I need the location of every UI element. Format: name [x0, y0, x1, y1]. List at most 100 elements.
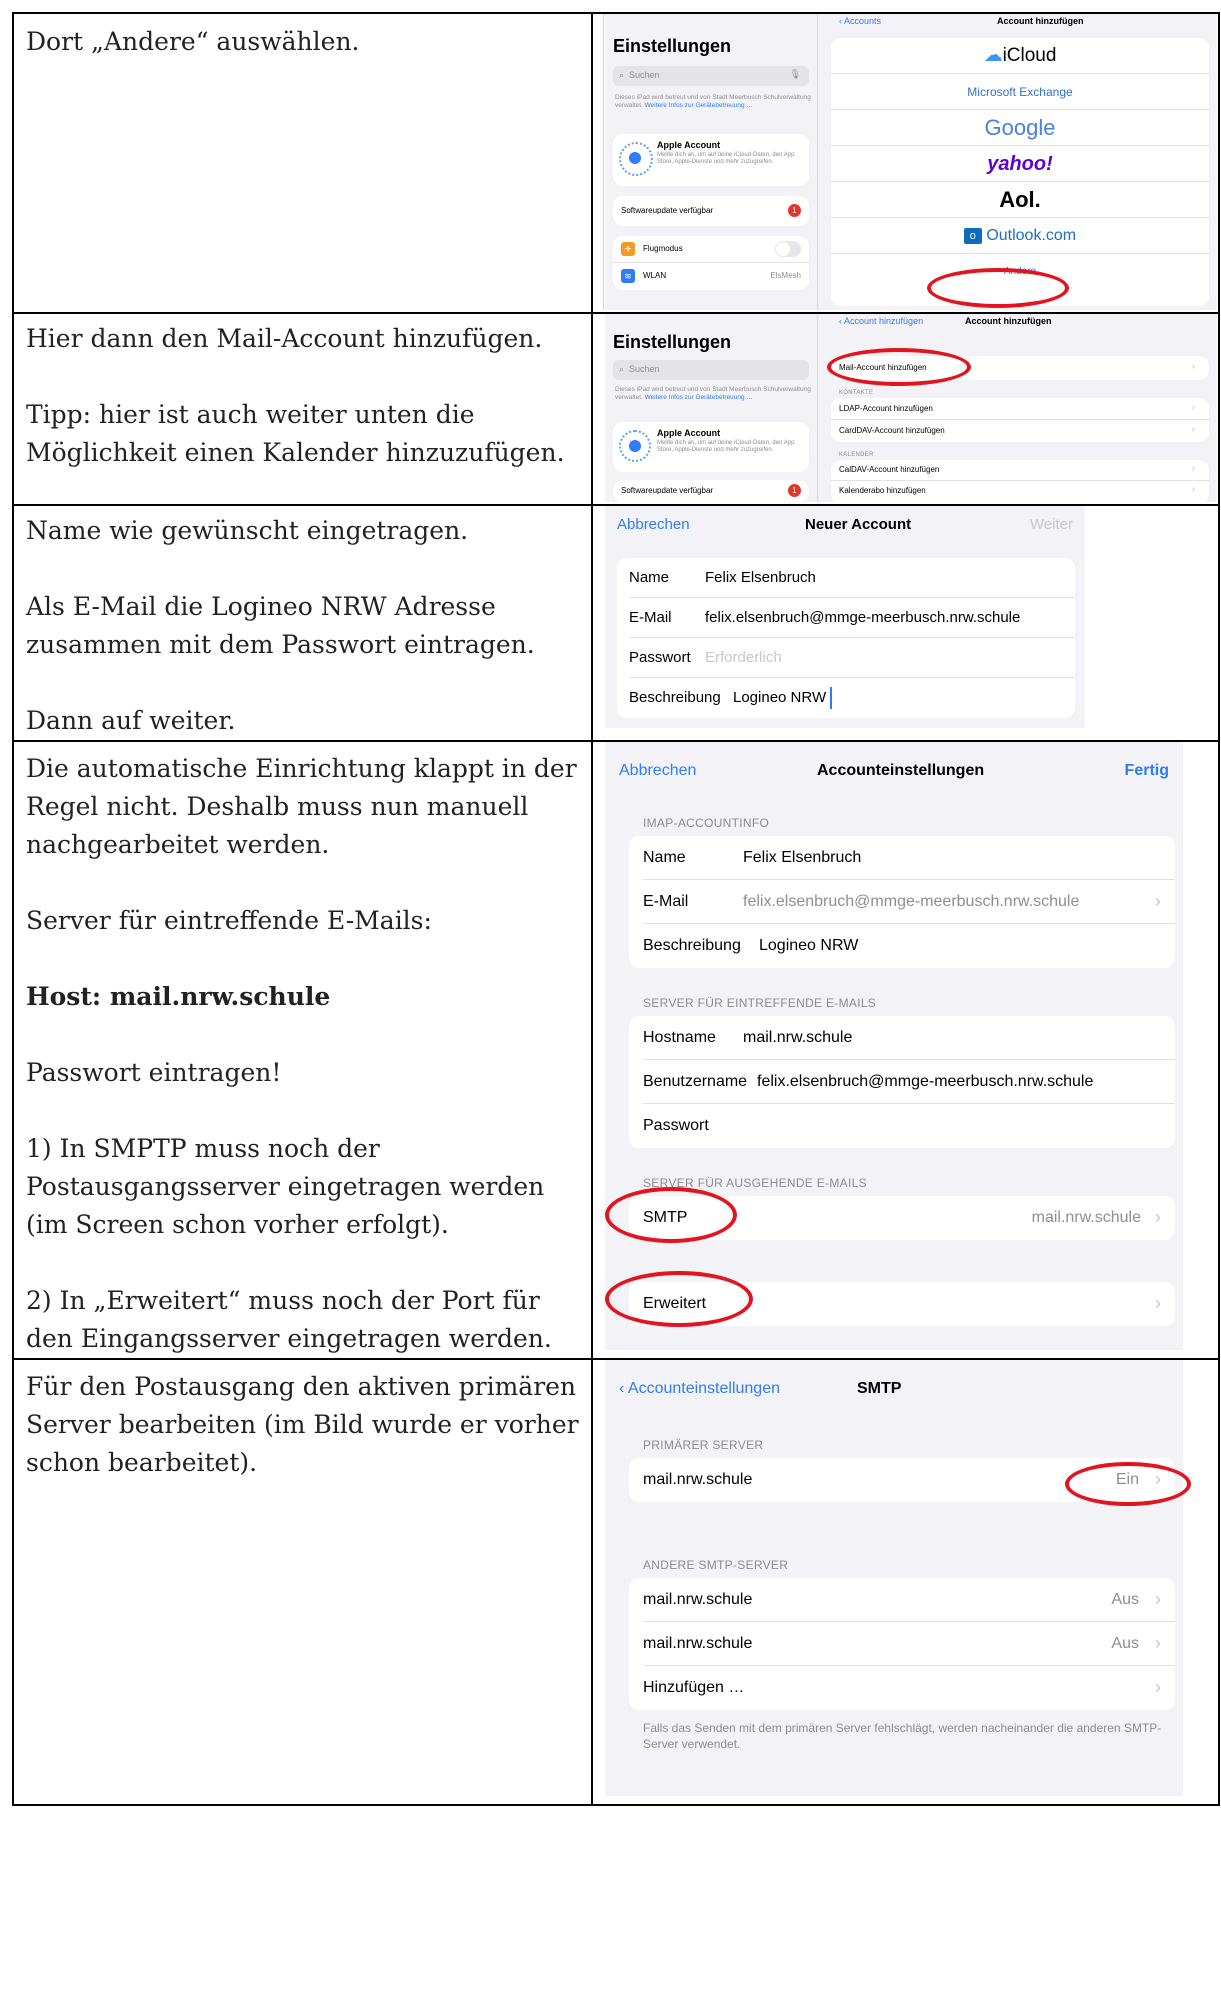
managed-link[interactable]: Weitere Infos zur Gerätebetreuung …	[645, 394, 753, 401]
instruction-text: Die automatische Einrichtung klappt in d…	[26, 754, 577, 859]
section-header: PRIMÄRER SERVER	[643, 1438, 764, 1452]
next-button[interactable]: Weiter	[1030, 516, 1073, 533]
highlight-oval	[827, 348, 971, 386]
section-header: IMAP-ACCOUNTINFO	[643, 816, 770, 830]
instruction-cell: Hier dann den Mail-Account hinzufügen. T…	[12, 312, 593, 506]
username-row[interactable]: Benutzername felix.elsenbruch@mmge-meerb…	[643, 1060, 1175, 1104]
provider-outlook[interactable]: o Outlook.com	[831, 218, 1209, 254]
chevron-right-icon: ›	[1191, 484, 1195, 495]
airplane-icon: ✈	[621, 242, 635, 256]
highlight-oval	[605, 1187, 737, 1243]
apple-account-label: Apple Account	[657, 428, 721, 438]
provider-exchange[interactable]: Microsoft Exchange	[831, 74, 1209, 110]
password-field[interactable]: Passwort Erforderlich	[629, 638, 1075, 678]
instruction-text: Name wie gewünscht eingetragen.	[26, 516, 469, 545]
microphone-icon: 🎙	[789, 69, 801, 79]
search-icon: ⌕	[619, 364, 625, 374]
instruction-text: Dort „Andere“ auswählen.	[26, 27, 360, 56]
ldap-row[interactable]: LDAP-Account hinzufügen ›	[831, 398, 1209, 420]
instruction-text: Tipp: hier ist auch weiter unten die Mög…	[26, 400, 565, 467]
wlan-row[interactable]: ≋ WLAN ElsMesh	[613, 263, 809, 290]
section-header: KONTAKTE	[839, 390, 874, 396]
section-header: SERVER FÜR EINTREFFENDE E-MAILS	[643, 996, 877, 1010]
nav-title: Account hinzufügen	[965, 316, 1052, 326]
chevron-left-icon: ‹	[619, 1380, 628, 1397]
instruction-text: Server für eintreffende E-Mails:	[26, 906, 432, 935]
email-row[interactable]: E-Mail felix.elsenbruch@mmge-meerbusch.n…	[643, 880, 1175, 924]
sidebar-title: Einstellungen	[613, 332, 732, 352]
caldav-row[interactable]: CalDAV-Account hinzufügen ›	[831, 460, 1209, 481]
footer-note: Falls das Senden mit dem primären Server…	[643, 1721, 1162, 1751]
chevron-right-icon: ›	[1155, 1633, 1161, 1653]
new-account-screenshot: Abbrechen Neuer Account Weiter Name Feli…	[605, 506, 1085, 728]
description-field[interactable]: Beschreibung Logineo NRW	[629, 678, 1075, 718]
screenshot-cell: Abbrechen Neuer Account Weiter Name Feli…	[591, 504, 1220, 742]
search-input[interactable]: ⌕ Suchen	[613, 360, 809, 380]
instruction-text: 1) In SMPTP muss noch der Postausgangsse…	[26, 1134, 545, 1239]
chevron-right-icon: ›	[1155, 1293, 1161, 1313]
software-update-row[interactable]: Softwareupdate verfügbar 1	[613, 480, 809, 502]
outlook-icon: o	[963, 227, 982, 244]
text-cursor	[830, 687, 832, 709]
contacts-group: LDAP-Account hinzufügen › CardDAV-Accoun…	[831, 398, 1209, 442]
nav-title: Account hinzufügen	[997, 16, 1084, 26]
chevron-right-icon: ›	[1155, 891, 1161, 911]
airplane-toggle[interactable]	[775, 241, 801, 257]
provider-list: ☁iCloud Microsoft Exchange Google yahoo!…	[831, 38, 1209, 306]
chevron-right-icon: ›	[1155, 1207, 1161, 1227]
back-button[interactable]: ‹ Accounteinstellungen	[619, 1380, 780, 1398]
software-update-row[interactable]: Softwareupdate verfügbar 1	[613, 196, 809, 226]
name-row[interactable]: Name Felix Elsenbruch	[643, 836, 1175, 880]
search-input[interactable]: ⌕ Suchen 🎙	[613, 66, 809, 86]
provider-icloud[interactable]: ☁iCloud	[831, 38, 1209, 74]
apple-icon	[619, 430, 651, 462]
managed-link[interactable]: Weitere Infos zur Gerätebetreuung …	[645, 102, 753, 109]
instruction-cell: Die automatische Einrichtung klappt in d…	[12, 740, 593, 1360]
wifi-icon: ≋	[621, 269, 635, 283]
update-badge: 1	[788, 484, 801, 497]
apple-account-card[interactable]: Apple Account Melde dich an, um auf dein…	[613, 422, 809, 472]
highlight-oval	[1065, 1462, 1191, 1506]
hostname-row[interactable]: Hostname mail.nrw.schule	[643, 1016, 1175, 1060]
settings-group: ✈ Flugmodus ≋ WLAN ElsMesh	[613, 236, 809, 290]
email-field[interactable]: E-Mail felix.elsenbruch@mmge-meerbusch.n…	[629, 598, 1075, 638]
ipad-screenshot: Einstellungen ⌕ Suchen 🎙 Dieses iPad wir…	[605, 14, 1217, 310]
instruction-text: Dann auf weiter.	[26, 706, 236, 735]
update-badge: 1	[788, 204, 801, 217]
done-button[interactable]: Fertig	[1125, 762, 1169, 780]
provider-aol[interactable]: Aol.	[831, 182, 1209, 218]
nav-title: Accounteinstellungen	[817, 762, 985, 779]
screenshot-cell: Einstellungen ⌕ Suchen 🎙 Dieses iPad wir…	[591, 12, 1220, 314]
instruction-text: Passwort eintragen!	[26, 1058, 282, 1087]
smtp-screenshot: ‹ Accounteinstellungen SMTP PRIMÄRER SER…	[605, 1360, 1183, 1796]
highlight-oval	[927, 268, 1069, 308]
nav-title: SMTP	[857, 1380, 902, 1397]
cancel-button[interactable]: Abbrechen	[619, 762, 696, 780]
name-field[interactable]: Name Felix Elsenbruch	[629, 558, 1075, 598]
password-row[interactable]: Passwort	[643, 1104, 1175, 1148]
back-button[interactable]: ‹ Account hinzufügen	[839, 316, 923, 326]
calendar-subscription-row[interactable]: Kalenderabo hinzufügen ›	[831, 481, 1209, 502]
provider-yahoo[interactable]: yahoo!	[831, 146, 1209, 182]
instruction-text: Als E-Mail die Logineo NRW Adresse zusam…	[26, 592, 535, 659]
apple-account-card[interactable]: Apple Account Melde dich an, um auf dein…	[613, 134, 809, 186]
back-button[interactable]: ‹ Accounts	[839, 16, 881, 26]
carddav-row[interactable]: CardDAV-Account hinzufügen ›	[831, 420, 1209, 442]
account-form: Name Felix Elsenbruch E-Mail felix.elsen…	[617, 558, 1075, 718]
list-item[interactable]: mail.nrw.schule Aus ›	[643, 1578, 1175, 1622]
add-server-row[interactable]: Hinzufügen … ›	[643, 1666, 1175, 1710]
nav-title: Neuer Account	[805, 516, 912, 533]
list-item[interactable]: mail.nrw.schule Aus ›	[643, 1622, 1175, 1666]
chevron-right-icon: ›	[1155, 1677, 1161, 1697]
instruction-text-host: Host: mail.nrw.schule	[26, 982, 331, 1011]
description-row[interactable]: Beschreibung Logineo NRW	[643, 924, 1175, 968]
other-servers-group: mail.nrw.schule Aus › mail.nrw.schule Au…	[629, 1578, 1175, 1710]
apple-account-desc: Melde dich an, um auf deine iCloud-Daten…	[657, 152, 795, 165]
provider-google[interactable]: Google	[831, 110, 1209, 146]
section-header: KALENDER	[839, 452, 874, 458]
table-row: Name wie gewünscht eingetragen. Als E-Ma…	[12, 504, 1220, 742]
cancel-button[interactable]: Abbrechen	[617, 516, 690, 533]
airplane-row[interactable]: ✈ Flugmodus	[613, 236, 809, 263]
screenshot-cell: ‹ Accounteinstellungen SMTP PRIMÄRER SER…	[591, 1358, 1220, 1806]
chevron-right-icon: ›	[1191, 361, 1195, 372]
